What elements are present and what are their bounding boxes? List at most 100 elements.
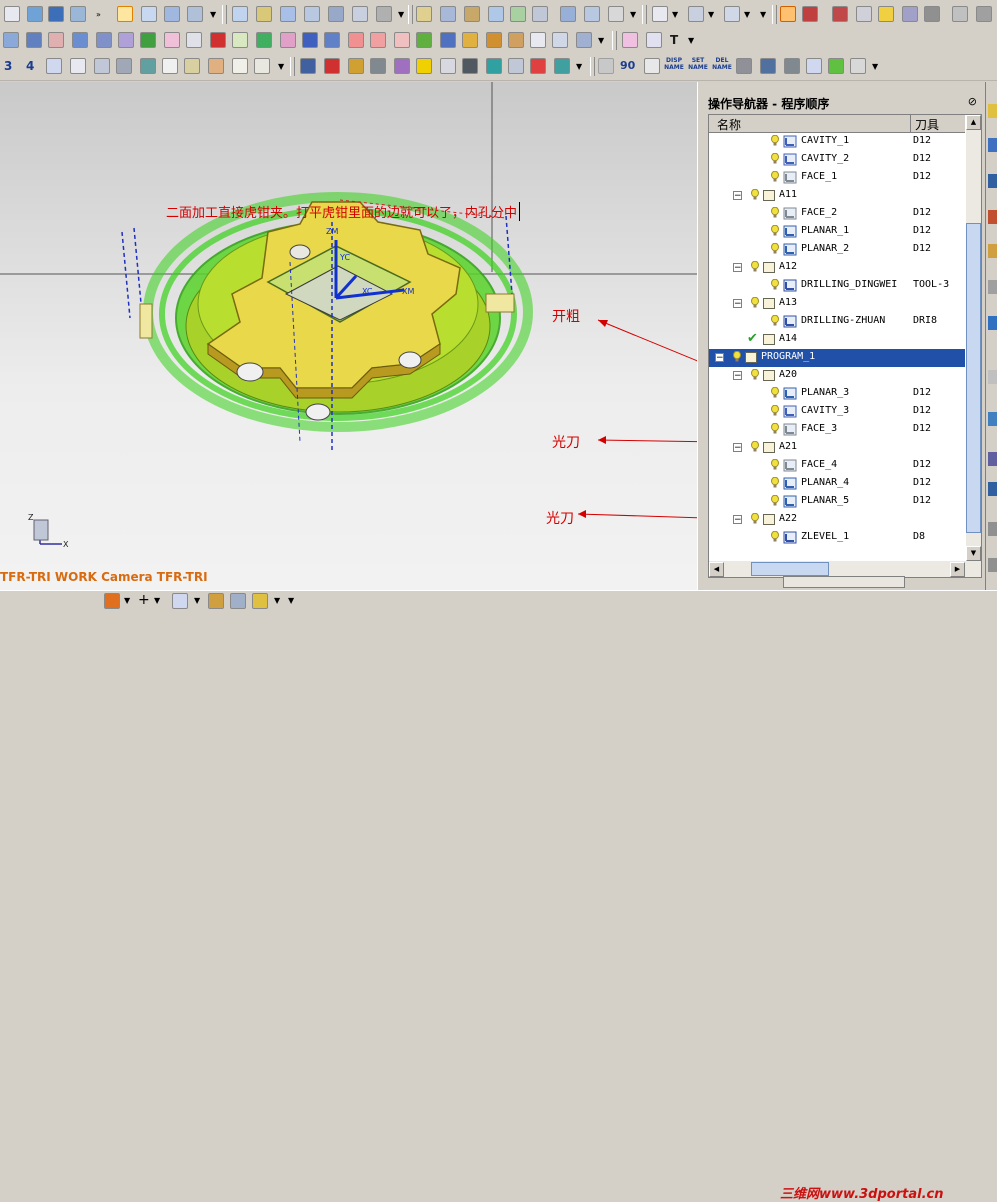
hand-icon[interactable] bbox=[254, 58, 270, 74]
chevron-down-icon[interactable]: ▼ bbox=[210, 10, 216, 19]
horizontal-scrollbar[interactable]: ◀ ▶ bbox=[709, 561, 966, 577]
chevron-down-icon[interactable]: ▼ bbox=[760, 10, 766, 19]
chevron-down-icon[interactable]: ▼ bbox=[278, 62, 284, 71]
chevron-down-icon[interactable]: ▼ bbox=[708, 10, 714, 19]
spline-icon[interactable] bbox=[552, 32, 568, 48]
snap-settings-icon[interactable] bbox=[230, 593, 246, 609]
mirror-icon[interactable] bbox=[186, 32, 202, 48]
operation-row[interactable]: FACE_1 D12 bbox=[709, 169, 965, 187]
select-icon[interactable] bbox=[117, 6, 133, 22]
operation-row[interactable]: PLANAR_1 D12 bbox=[709, 223, 965, 241]
crosshair-icon[interactable]: + bbox=[138, 592, 150, 608]
green-arrow-icon[interactable] bbox=[828, 58, 844, 74]
scroll-left-icon[interactable]: ◀ bbox=[709, 562, 724, 577]
resource-tab-icon[interactable] bbox=[988, 452, 997, 466]
snap-icon[interactable] bbox=[104, 593, 120, 609]
collapse-icon[interactable]: − bbox=[733, 443, 742, 453]
disp-name-button[interactable]: DISP NAME bbox=[662, 57, 686, 71]
lock-icon[interactable] bbox=[208, 593, 224, 609]
toolbar-grip[interactable] bbox=[772, 5, 777, 24]
measure-icon[interactable] bbox=[832, 6, 848, 22]
view-4-button[interactable]: 4 bbox=[26, 59, 34, 73]
graphics-viewport[interactable]: ZM XC XM YC Z X 二面加工直接虎钳夹。打平虎钳里面的边就可以了，内… bbox=[0, 82, 697, 590]
pin-icon[interactable]: ⊘ bbox=[968, 95, 977, 108]
collapse-icon[interactable]: − bbox=[733, 515, 742, 525]
del-name-button[interactable]: DEL NAME bbox=[710, 57, 734, 71]
tree-toggle-icon[interactable] bbox=[4, 6, 20, 22]
resource-tab-icon[interactable] bbox=[988, 244, 997, 258]
wire-cube-icon[interactable] bbox=[70, 6, 86, 22]
shop-doc-icon[interactable] bbox=[560, 6, 576, 22]
layer-icon[interactable] bbox=[27, 6, 43, 22]
verify-icon[interactable] bbox=[304, 6, 320, 22]
chevron-down-icon[interactable]: ▼ bbox=[744, 10, 750, 19]
group-row[interactable]: ✔ A14 bbox=[709, 331, 965, 349]
chevron-down-icon[interactable]: ▼ bbox=[872, 62, 878, 71]
texture-icon[interactable] bbox=[394, 58, 410, 74]
dimension-icon[interactable] bbox=[94, 58, 110, 74]
edit-pencil-icon[interactable] bbox=[806, 58, 822, 74]
output-icon[interactable] bbox=[584, 6, 600, 22]
text-tool-button[interactable]: T bbox=[670, 33, 678, 47]
resource-tab-icon[interactable] bbox=[988, 104, 997, 118]
toolbar-overflow-icon[interactable]: » bbox=[96, 10, 101, 19]
light-icon[interactable] bbox=[416, 58, 432, 74]
hole-icon[interactable] bbox=[116, 58, 132, 74]
stamp-icon[interactable] bbox=[208, 58, 224, 74]
list-path-icon[interactable] bbox=[280, 6, 296, 22]
operation-row[interactable]: CAVITY_3 D12 bbox=[709, 403, 965, 421]
scroll-down-icon[interactable]: ▼ bbox=[966, 546, 981, 561]
generate-path-icon[interactable] bbox=[232, 6, 248, 22]
rotate-90-button[interactable]: 90 bbox=[620, 59, 635, 72]
chevron-down-icon[interactable]: ▼ bbox=[598, 36, 604, 45]
cube-color-icon[interactable] bbox=[486, 58, 502, 74]
trim-icon[interactable] bbox=[280, 32, 296, 48]
point-icon[interactable] bbox=[576, 32, 592, 48]
geometry-view-icon[interactable] bbox=[464, 6, 480, 22]
sketch-icon[interactable] bbox=[3, 32, 19, 48]
green-tool-icon[interactable] bbox=[416, 32, 432, 48]
cube-icon[interactable] bbox=[48, 6, 64, 22]
operation-row[interactable]: FACE_4 D12 bbox=[709, 457, 965, 475]
resource-tab-icon[interactable] bbox=[988, 210, 997, 224]
scroll-up-icon[interactable]: ▲ bbox=[966, 115, 981, 130]
link-icon[interactable] bbox=[48, 32, 64, 48]
view-3-button[interactable]: 3 bbox=[4, 59, 12, 73]
chevron-down-icon[interactable]: ▼ bbox=[672, 10, 678, 19]
offset-icon[interactable] bbox=[302, 32, 318, 48]
group-row[interactable]: − A11 bbox=[709, 187, 965, 205]
operation-row[interactable]: PLANAR_4 D12 bbox=[709, 475, 965, 493]
operation-row[interactable]: PLANAR_3 D12 bbox=[709, 385, 965, 403]
selection-filter-icon[interactable] bbox=[252, 593, 268, 609]
normal-view-icon[interactable] bbox=[46, 58, 62, 74]
chevron-down-icon[interactable]: ▼ bbox=[274, 596, 280, 605]
resource-tab-icon[interactable] bbox=[988, 316, 997, 330]
rotate-icon[interactable] bbox=[164, 6, 180, 22]
postprocess-icon[interactable] bbox=[532, 6, 548, 22]
navigator-tree[interactable]: 名称 刀具 CAVITY_1 D12 CAVITY_2 D12 FACE_1 D12 − A1… bbox=[708, 114, 982, 578]
chevron-down-icon[interactable]: ▼ bbox=[154, 596, 160, 605]
chevron-down-icon[interactable]: ▼ bbox=[288, 596, 294, 605]
resource-tab-icon[interactable] bbox=[988, 558, 997, 572]
delete-path-icon[interactable] bbox=[328, 6, 344, 22]
drawing-icon[interactable] bbox=[26, 32, 42, 48]
sheet-icon[interactable] bbox=[70, 58, 86, 74]
line-icon[interactable] bbox=[394, 32, 410, 48]
method-view-icon[interactable] bbox=[488, 6, 504, 22]
toolbar-grip[interactable] bbox=[612, 31, 617, 50]
grid-table-icon[interactable] bbox=[644, 58, 660, 74]
weight-icon[interactable] bbox=[736, 58, 752, 74]
toggle-display-icon[interactable] bbox=[780, 6, 796, 22]
arc-icon[interactable] bbox=[140, 58, 156, 74]
toolbar-grip[interactable] bbox=[222, 5, 227, 24]
shaded-icon[interactable] bbox=[370, 58, 386, 74]
collapse-icon[interactable]: − bbox=[733, 299, 742, 309]
toolbar-grip[interactable] bbox=[642, 5, 647, 24]
cylinder-icon[interactable] bbox=[508, 32, 524, 48]
resource-tab-icon[interactable] bbox=[988, 522, 997, 536]
group-row[interactable]: − A22 bbox=[709, 511, 965, 529]
program-view-icon[interactable] bbox=[416, 6, 432, 22]
display-options-icon[interactable] bbox=[802, 6, 818, 22]
group-row[interactable]: − A21 bbox=[709, 439, 965, 457]
text-box-icon[interactable] bbox=[646, 32, 662, 48]
